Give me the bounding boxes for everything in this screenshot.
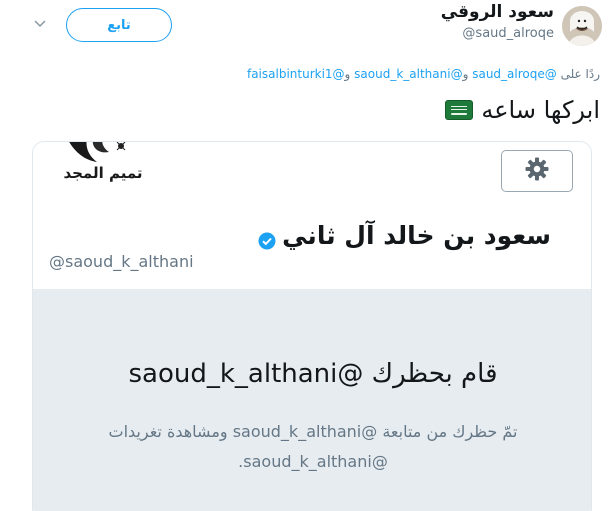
profile-name[interactable]: سعود بن خالد آل ثاني — [258, 221, 551, 250]
profile-name-text: سعود بن خالد آل ثاني — [282, 221, 551, 250]
follow-button[interactable]: تابع — [66, 8, 172, 42]
chevron-down-icon[interactable] — [33, 15, 47, 29]
banner-logo: تميم المجد — [63, 142, 143, 186]
verified-badge-icon — [258, 227, 276, 249]
saudi-flag-icon — [445, 100, 474, 120]
mention-link[interactable]: @faisalbinturki1 — [247, 67, 345, 81]
mention-link[interactable]: @saud_alroqe — [472, 67, 557, 81]
mention-link[interactable]: @saoud_k_althani — [354, 67, 462, 81]
avatar[interactable] — [562, 6, 602, 46]
blocked-title: قام بحظرك @saoud_k_althani — [128, 359, 498, 389]
banner-logo-text: تميم المجد — [63, 164, 142, 182]
author-handle[interactable]: @saud_alroqe — [462, 26, 554, 41]
profile-handle[interactable]: @saoud_k_althani — [49, 252, 194, 271]
reply-context: ردًا على @saud_alroqe و@saoud_k_althani … — [247, 67, 600, 81]
gear-icon — [524, 156, 550, 186]
reply-and: و — [344, 67, 351, 81]
tweet-body: ابركها ساعه — [481, 96, 600, 124]
author-name[interactable]: سعود الروقي — [441, 2, 554, 22]
blocked-description: تمّ حظرك من متابعة @saoud_k_althani ومشا… — [108, 422, 518, 471]
reply-and: و — [462, 67, 469, 81]
blocked-notice-panel: قام بحظرك @saoud_k_althani تمّ حظرك من م… — [33, 289, 591, 511]
reply-prefix: ردًا على — [560, 67, 600, 81]
tweet-text: ابركها ساعه — [445, 96, 600, 124]
embedded-profile-card[interactable]: تميم المجد سعود بن خالد آل ثاني @saoud_k… — [32, 141, 592, 511]
settings-button[interactable] — [501, 150, 573, 192]
tweet-header: سعود الروقي @saud_alroqe تابع — [0, 0, 614, 58]
